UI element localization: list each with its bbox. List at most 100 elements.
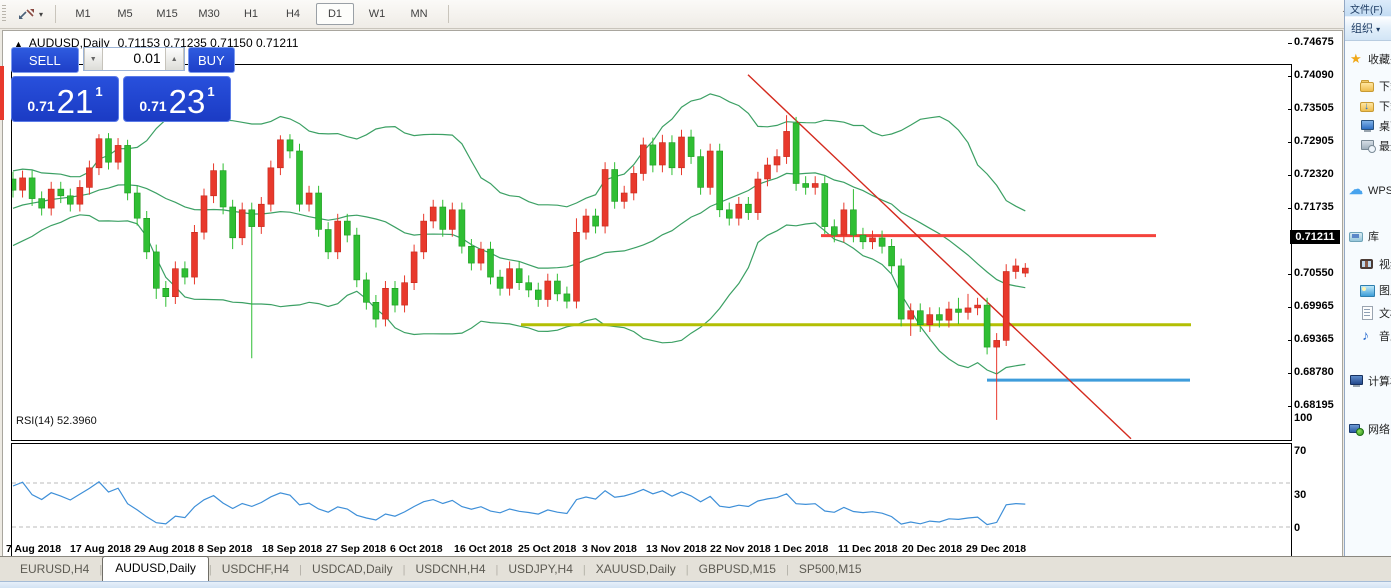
- explorer-item-label: 计算机: [1368, 373, 1391, 389]
- tf-button-m30[interactable]: M30: [190, 3, 228, 25]
- tab-sp500-m15[interactable]: SP500,M15: [789, 558, 872, 581]
- explorer-item-label: 文档: [1379, 305, 1391, 321]
- explorer-item-label: 音乐: [1379, 328, 1391, 344]
- tf-button-m15[interactable]: M15: [148, 3, 186, 25]
- timeframe-toolbar: ▾ M1M5M15M30H1H4D1W1MN: [0, 0, 1391, 29]
- date-label: 22 Nov 2018: [710, 543, 771, 555]
- tile-charts-icon: [18, 7, 36, 21]
- rsi-indicator-label: RSI(14) 52.3960: [16, 415, 97, 427]
- sell-quote-button[interactable]: 0.71211: [11, 76, 119, 122]
- tab-usdchf-h4[interactable]: USDCHF,H4: [212, 558, 299, 581]
- tab-xauusd-daily[interactable]: XAUUSD,Daily: [586, 558, 686, 581]
- tab-usdcad-daily[interactable]: USDCAD,Daily: [302, 558, 403, 581]
- date-label: 29 Dec 2018: [966, 543, 1026, 555]
- status-bar: [0, 581, 1391, 588]
- one-click-trading-panel: SELL ▼ 0.01 ▲ BUY 0.71211 0.71231: [11, 47, 235, 122]
- tf-button-w1[interactable]: W1: [358, 3, 396, 25]
- toolbar-separator-2: [448, 5, 449, 23]
- price-tick: 0.72905: [1294, 135, 1334, 147]
- mt4-window: ▾ M1M5M15M30H1H4D1W1MN ▲ AUDUSD,Daily 0.71…: [0, 0, 1391, 588]
- rsi-tick: 100: [1294, 412, 1312, 424]
- sell-button[interactable]: SELL: [11, 47, 79, 73]
- network-icon: [1349, 421, 1365, 436]
- buy-price-point: 1: [207, 84, 214, 99]
- explorer-item-picture[interactable]: 图片: [1345, 280, 1391, 299]
- explorer-item-star[interactable]: 收藏夹: [1345, 49, 1391, 68]
- explorer-item-cloud[interactable]: WPS网盘: [1345, 180, 1391, 199]
- tf-button-m5[interactable]: M5: [106, 3, 144, 25]
- volume-value[interactable]: 0.01: [103, 48, 165, 70]
- tf-button-h4[interactable]: H4: [274, 3, 312, 25]
- explorer-item-label: 下载: [1379, 78, 1391, 94]
- explorer-item-library[interactable]: 库: [1345, 226, 1391, 245]
- buy-button[interactable]: BUY: [188, 47, 235, 73]
- folder-down-icon: [1360, 98, 1376, 113]
- price-tick: 0.71735: [1294, 201, 1334, 213]
- desktop-icon: [1360, 118, 1376, 133]
- chart-tab-bar: EURUSD,H4|AUDUSD,Daily|USDCHF,H4|USDCAD,…: [0, 556, 1391, 581]
- rsi-tick: 70: [1294, 445, 1306, 457]
- price-tick: 0.69365: [1294, 333, 1334, 345]
- buy-quote-button[interactable]: 0.71231: [123, 76, 231, 122]
- price-tick: 0.70550: [1294, 267, 1334, 279]
- tab-gbpusd-m15[interactable]: GBPUSD,M15: [689, 558, 786, 581]
- explorer-item-recent[interactable]: 最近访问的位置: [1345, 136, 1391, 155]
- folder-icon: [1360, 78, 1376, 93]
- explorer-item-video[interactable]: 视频: [1345, 254, 1391, 273]
- explorer-item-computer[interactable]: 计算机: [1345, 371, 1391, 390]
- date-label: 25 Oct 2018: [518, 543, 576, 555]
- date-label: 27 Sep 2018: [326, 543, 386, 555]
- date-label: 13 Nov 2018: [646, 543, 707, 555]
- volume-stepper: ▼ 0.01 ▲: [83, 47, 185, 71]
- volume-decrease-button[interactable]: ▼: [84, 48, 103, 70]
- current-price-badge: 0.71211: [1290, 230, 1340, 244]
- star-icon: [1349, 51, 1365, 66]
- explorer-item-label: 网络: [1368, 421, 1390, 437]
- explorer-item-network[interactable]: 网络: [1345, 419, 1391, 438]
- explorer-file-menu[interactable]: 文件(F): [1345, 0, 1391, 16]
- tf-button-h1[interactable]: H1: [232, 3, 270, 25]
- date-label: 7 Aug 2018: [6, 543, 61, 555]
- timeframe-buttons: M1M5M15M30H1H4D1W1MN: [62, 3, 440, 25]
- sell-price-pips: 21: [57, 87, 94, 117]
- date-label: 20 Dec 2018: [902, 543, 962, 555]
- explorer-organize-button[interactable]: 组织 ▾: [1345, 16, 1391, 41]
- volume-increase-button[interactable]: ▲: [165, 48, 184, 70]
- cloud-icon: [1349, 182, 1365, 197]
- tab-usdcnh-h4[interactable]: USDCNH,H4: [406, 558, 496, 581]
- tf-button-mn[interactable]: MN: [400, 3, 438, 25]
- music-icon: [1360, 328, 1376, 343]
- price-tick: 0.73505: [1294, 102, 1334, 114]
- buy-price-pips: 23: [169, 87, 206, 117]
- tab-eurusd-h4[interactable]: EURUSD,H4: [10, 558, 99, 581]
- tab-audusd-daily[interactable]: AUDUSD,Daily: [102, 556, 209, 581]
- sell-price-point: 1: [95, 84, 102, 99]
- explorer-nav-list: 收藏夹下载下载桌面最近访问的位置WPS网盘库视频图片文档音乐计算机网络: [1345, 49, 1391, 438]
- computer-icon: [1349, 373, 1365, 388]
- explorer-item-folder[interactable]: 下载: [1345, 76, 1391, 95]
- rsi-tick: 30: [1294, 489, 1306, 501]
- tf-button-d1[interactable]: D1: [316, 3, 354, 25]
- sell-price-prefix: 0.71: [27, 98, 54, 114]
- tile-charts-button[interactable]: ▾: [14, 4, 47, 24]
- library-icon: [1349, 228, 1365, 243]
- rsi-tick: 0: [1294, 522, 1300, 534]
- date-label: 29 Aug 2018: [134, 543, 195, 555]
- tab-usdjpy-h4[interactable]: USDJPY,H4: [498, 558, 582, 581]
- price-tick: 0.69965: [1294, 300, 1334, 312]
- toolbar-grip[interactable]: [2, 5, 6, 23]
- explorer-item-folder-down[interactable]: 下载: [1345, 96, 1391, 115]
- explorer-item-music[interactable]: 音乐: [1345, 326, 1391, 345]
- clipped-edge-candle: [0, 66, 4, 120]
- organize-label: 组织: [1351, 23, 1373, 35]
- price-tick: 0.74090: [1294, 69, 1334, 81]
- explorer-item-desktop[interactable]: 桌面: [1345, 116, 1391, 135]
- tf-button-m1[interactable]: M1: [64, 3, 102, 25]
- date-label: 11 Dec 2018: [838, 543, 898, 555]
- explorer-item-document[interactable]: 文档: [1345, 303, 1391, 322]
- date-label: 16 Oct 2018: [454, 543, 512, 555]
- explorer-item-label: 下载: [1379, 98, 1391, 114]
- date-label: 18 Sep 2018: [262, 543, 322, 555]
- explorer-item-label: 最近访问的位置: [1379, 138, 1391, 154]
- price-tick: 0.68195: [1294, 399, 1334, 411]
